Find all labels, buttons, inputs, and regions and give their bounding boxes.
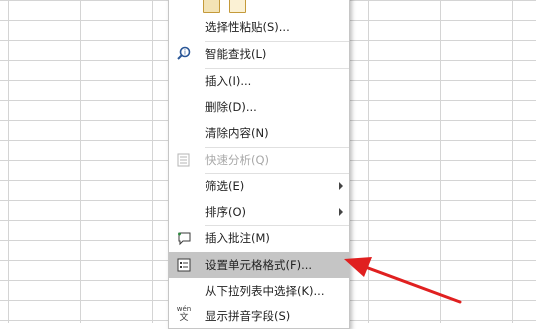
- menu-item-show-phonetic[interactable]: wén 文 显示拼音字段(S): [169, 303, 349, 329]
- phonetic-icon-top: wén: [176, 305, 192, 313]
- paste-options: [203, 0, 250, 13]
- menu-item-label: 快速分析(Q): [205, 153, 270, 167]
- menu-item-insert-comment[interactable]: 插入批注(M): [169, 225, 349, 251]
- menu-item-delete[interactable]: 删除(D)...: [169, 94, 349, 120]
- menu-item-paste-special[interactable]: 选择性粘贴(S)...: [169, 14, 349, 40]
- menu-item-clear-contents[interactable]: 清除内容(N): [169, 120, 349, 146]
- menu-item-label: 插入批注(M): [205, 231, 270, 245]
- phonetic-icon: wén 文: [175, 305, 193, 323]
- format-cells-icon: [175, 256, 193, 274]
- menu-item-sort[interactable]: 排序(O): [169, 199, 349, 225]
- svg-text:i: i: [184, 49, 186, 57]
- menu-item-format-cells[interactable]: 设置单元格格式(F)...: [169, 252, 349, 278]
- menu-item-label: 插入(I)...: [205, 74, 252, 88]
- menu-item-pick-from-list[interactable]: 从下拉列表中选择(K)...: [169, 278, 349, 304]
- menu-item-label: 智能查找(L): [205, 47, 267, 61]
- menu-item-quick-analysis: 快速分析(Q): [169, 147, 349, 173]
- quick-analysis-icon: [175, 151, 193, 169]
- menu-item-insert[interactable]: 插入(I)...: [169, 68, 349, 94]
- paste-formatting-icon[interactable]: [203, 0, 220, 13]
- menu-item-label: 筛选(E): [205, 179, 245, 193]
- context-menu: 选择性粘贴(S)... i 智能查找(L) 插入(I)... 删除(D)... …: [168, 0, 350, 329]
- menu-item-label: 排序(O): [205, 205, 247, 219]
- menu-item-label: 删除(D)...: [205, 100, 257, 114]
- menu-item-label: 从下拉列表中选择(K)...: [205, 284, 325, 298]
- menu-item-label: 清除内容(N): [205, 126, 269, 140]
- menu-item-label: 设置单元格格式(F)...: [205, 258, 313, 272]
- comment-icon: [175, 229, 193, 247]
- submenu-arrow-icon: [339, 208, 343, 216]
- smart-lookup-icon: i: [175, 45, 193, 63]
- menu-item-smart-lookup[interactable]: i 智能查找(L): [169, 41, 349, 67]
- menu-item-filter[interactable]: 筛选(E): [169, 173, 349, 199]
- menu-item-label: 选择性粘贴(S)...: [205, 20, 290, 34]
- phonetic-icon-bottom: 文: [179, 313, 189, 323]
- menu-item-label: 显示拼音字段(S): [205, 309, 291, 323]
- submenu-arrow-icon: [339, 182, 343, 190]
- paste-values-icon[interactable]: [229, 0, 247, 13]
